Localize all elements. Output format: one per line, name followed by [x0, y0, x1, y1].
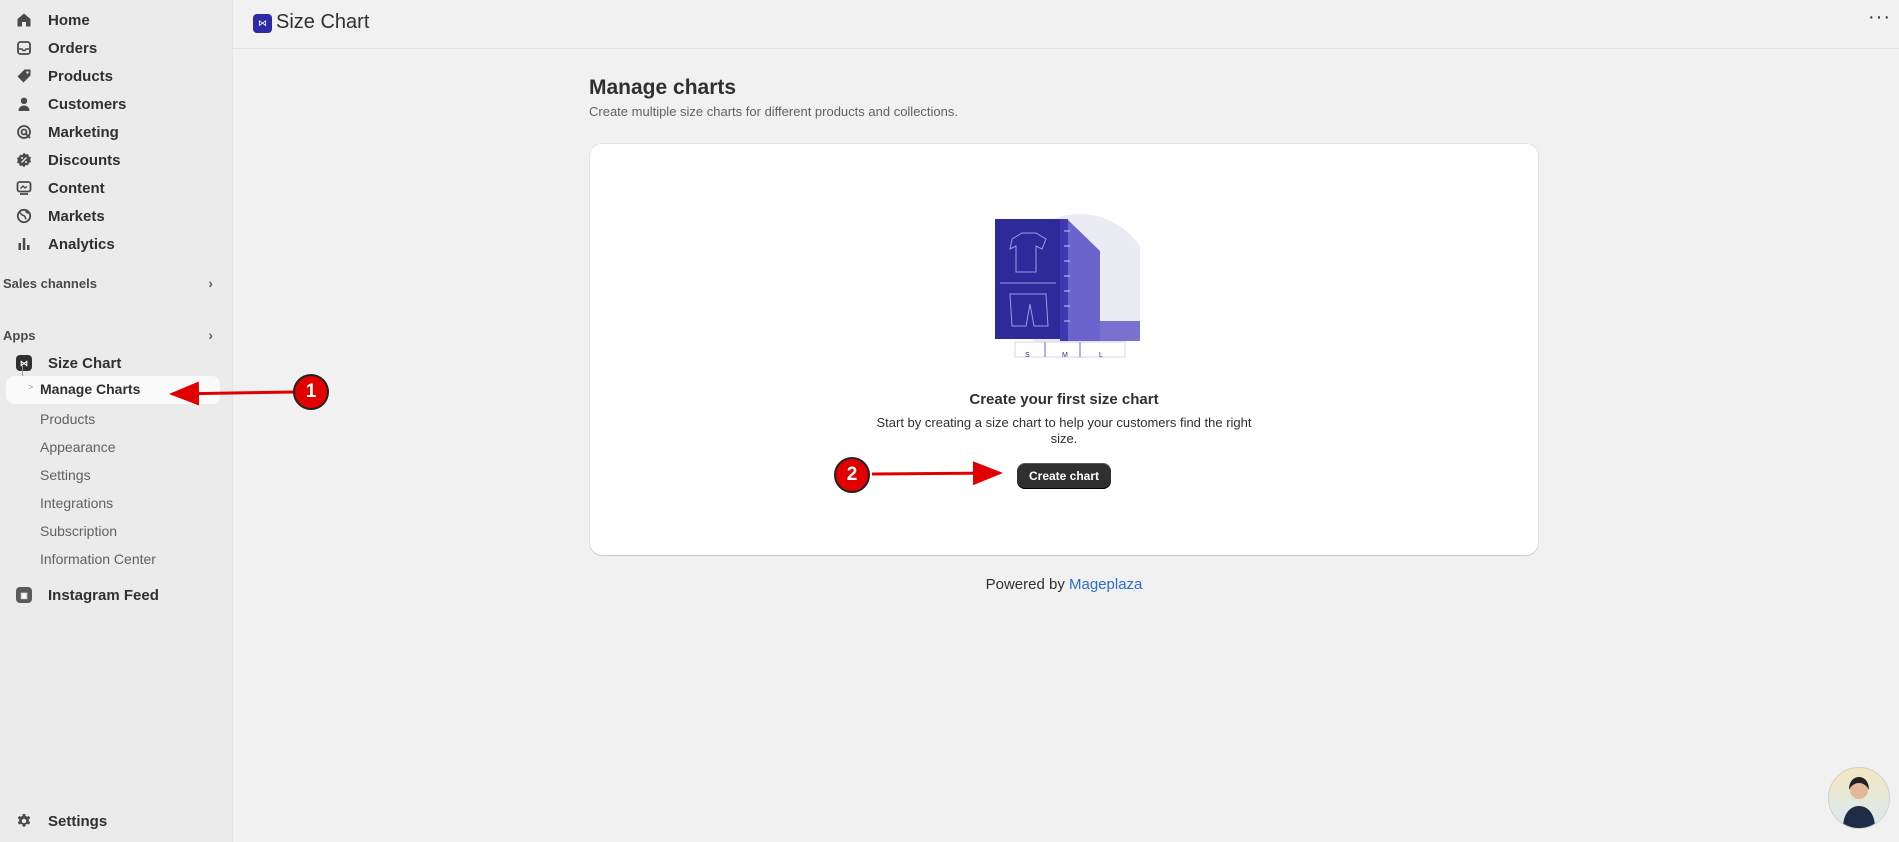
sidebar-item-manage-charts[interactable]: Manage Charts	[6, 376, 220, 404]
size-label-s: S	[1025, 352, 1030, 359]
powered-by-text: Powered by	[985, 576, 1065, 593]
inbox-icon	[14, 38, 34, 58]
nav-label: Markets	[48, 207, 105, 225]
chevron-right-icon: ›	[208, 327, 213, 343]
size-label-m: M	[1062, 352, 1068, 359]
sidebar-item-appearance[interactable]: Appearance	[40, 435, 116, 459]
person-icon	[14, 94, 34, 114]
app-title-bar: ⋈ Size Chart ···	[233, 0, 1899, 49]
sidebar-item-label: Integrations	[40, 495, 114, 511]
nav-label: Discounts	[48, 151, 121, 169]
bar-chart-icon	[14, 234, 34, 254]
apps-header[interactable]: Apps ›	[3, 325, 223, 345]
monitor-icon	[14, 178, 34, 198]
sidebar-item-subscription[interactable]: Subscription	[40, 519, 117, 543]
more-actions-icon[interactable]: ···	[1868, 6, 1891, 29]
sidebar-item-label: Information Center	[40, 551, 156, 567]
person-avatar-icon	[1843, 777, 1875, 828]
empty-state-title: Create your first size chart	[969, 391, 1159, 408]
sales-channels-label: Sales channels	[3, 275, 97, 291]
nav-label: Instagram Feed	[48, 586, 159, 604]
instagram-feed-app-icon: ▣	[16, 587, 32, 603]
tree-arrow-icon: >	[28, 382, 34, 392]
sales-channels-header[interactable]: Sales channels ›	[3, 273, 223, 293]
page-title: Manage charts	[589, 76, 737, 99]
apps-label: Apps	[3, 327, 36, 343]
sidebar-item-integrations[interactable]: Integrations	[40, 491, 113, 515]
page-subtitle: Create multiple size charts for differen…	[589, 104, 958, 119]
globe-icon	[14, 206, 34, 226]
sidebar-item-label: Appearance	[40, 439, 116, 455]
nav-products[interactable]: Products	[10, 63, 220, 89]
size-labels: S M L	[1015, 352, 1125, 364]
nav-label: Products	[48, 67, 114, 85]
powered-by-footer: Powered by Mageplaza	[590, 576, 1538, 593]
mageplaza-link[interactable]: Mageplaza	[1069, 576, 1142, 593]
nav-content[interactable]: Content	[10, 175, 220, 201]
nav-home[interactable]: Home	[10, 7, 220, 33]
nav-analytics[interactable]: Analytics	[10, 231, 220, 257]
nav-discounts[interactable]: Discounts	[10, 147, 220, 173]
size-label-l: L	[1099, 352, 1103, 359]
sidebar-item-label: Manage Charts	[40, 381, 141, 397]
sidebar-item-label: Settings	[40, 467, 91, 483]
nav-label: Home	[48, 11, 90, 29]
nav-marketing[interactable]: Marketing	[10, 119, 220, 145]
empty-state-card: S M L Create your first size chart Start…	[590, 144, 1538, 555]
sidebar-item-label: Subscription	[40, 523, 118, 539]
sidebar-item-information-center[interactable]: Information Center	[40, 547, 156, 571]
target-icon	[14, 122, 34, 142]
nav-settings[interactable]: Settings	[10, 808, 220, 834]
gear-icon	[14, 811, 34, 831]
nav-label: Customers	[48, 95, 127, 113]
nav-customers[interactable]: Customers	[10, 91, 220, 117]
size-chart-illustration	[995, 214, 1140, 358]
nav-instagram-feed-app[interactable]: ▣ Instagram Feed	[10, 582, 220, 608]
tag-icon	[14, 66, 34, 86]
chevron-right-icon: ›	[208, 275, 213, 291]
nav-markets[interactable]: Markets	[10, 203, 220, 229]
sidebar: Home Orders Products Customers Marketing…	[0, 0, 233, 842]
discount-icon	[14, 150, 34, 170]
sidebar-item-label: Products	[40, 411, 96, 427]
annotation-badge-2: 2	[834, 457, 870, 493]
home-icon	[14, 10, 34, 30]
nav-label: Orders	[48, 39, 98, 57]
nav-label: Analytics	[48, 235, 115, 253]
nav-label: Marketing	[48, 123, 119, 141]
annotation-badge-1: 1	[293, 374, 329, 410]
support-chat-avatar[interactable]	[1828, 767, 1890, 829]
size-chart-logo-icon: ⋈	[253, 14, 272, 33]
app-title: Size Chart	[276, 11, 370, 33]
nav-orders[interactable]: Orders	[10, 35, 220, 61]
nav-label: Content	[48, 179, 105, 197]
nav-label: Settings	[48, 812, 108, 830]
nav-label: Size Chart	[48, 354, 122, 372]
sidebar-item-products[interactable]: Products	[40, 407, 95, 431]
create-chart-button[interactable]: Create chart	[1017, 463, 1111, 489]
sidebar-item-settings[interactable]: Settings	[40, 463, 91, 487]
empty-state-description: Start by creating a size chart to help y…	[876, 415, 1252, 446]
nav-size-chart-app[interactable]: ⋈ Size Chart	[10, 350, 220, 376]
